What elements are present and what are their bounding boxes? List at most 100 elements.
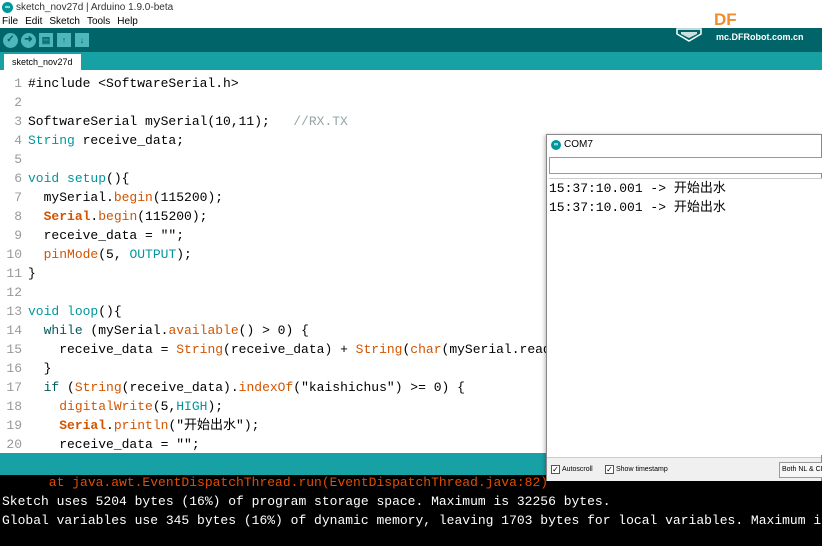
- menu-file[interactable]: File: [2, 16, 18, 27]
- line-number: 2: [14, 95, 22, 110]
- save-button[interactable]: ↓: [75, 33, 89, 47]
- code-token: receive_data;: [74, 133, 185, 148]
- code-token: begin: [98, 209, 138, 224]
- autoscroll-checkbox[interactable]: ✓ Autoscroll: [551, 465, 593, 474]
- line-number: 5: [14, 152, 22, 167]
- code-token: void: [28, 304, 60, 319]
- code-token: #include <SoftwareSerial.h>: [28, 76, 239, 91]
- line-number: 17: [6, 380, 22, 395]
- menu-sketch[interactable]: Sketch: [49, 16, 80, 27]
- code-token: begin: [113, 190, 153, 205]
- arrow-right-icon: ➜: [24, 34, 33, 45]
- code-token: (115200);: [152, 190, 224, 205]
- line-number: 6: [14, 171, 22, 186]
- code-line[interactable]: 3 SoftwareSerial mySerial(10,11); //RX.TX: [0, 112, 822, 131]
- autoscroll-label: Autoscroll: [562, 466, 593, 473]
- code-token: digitalWrite: [59, 399, 153, 414]
- code-token: String: [74, 380, 122, 395]
- code-token: void: [28, 171, 60, 186]
- menu-tools[interactable]: Tools: [87, 16, 110, 27]
- code-token: String: [28, 133, 75, 148]
- checkbox-checked-icon: ✓: [551, 464, 560, 474]
- line-number: 4: [14, 133, 22, 148]
- new-button[interactable]: ▤: [39, 33, 53, 47]
- new-file-icon: ▤: [41, 34, 51, 45]
- dfrobot-shield-icon: [676, 28, 702, 42]
- show-timestamp-checkbox[interactable]: ✓ Show timestamp: [605, 465, 668, 474]
- code-token: OUTPUT: [129, 247, 177, 262]
- window-title: sketch_nov27d | Arduino 1.9.0-beta: [16, 1, 174, 13]
- tab-sketch[interactable]: sketch_nov27d: [4, 54, 81, 70]
- line-number: 14: [6, 323, 22, 338]
- code-text: Serial.begin(115200);: [28, 207, 208, 226]
- line-number: 12: [6, 285, 22, 300]
- upload-button[interactable]: ➜: [21, 32, 36, 48]
- code-text: SoftwareSerial mySerial(10,11); //RX.TX: [28, 112, 348, 131]
- code-text: mySerial.begin(115200);: [28, 188, 223, 207]
- serial-monitor-title-bar: ∞ COM7: [547, 135, 821, 154]
- code-token: println: [113, 418, 169, 433]
- checkmark-icon: ✓: [6, 34, 15, 45]
- serial-footer: ✓ Autoscroll ✓ Show timestamp Both NL & …: [547, 457, 822, 481]
- code-text: String receive_data;: [28, 131, 184, 150]
- dfrobot-watermark: DF mc.DFRobot.com.cn: [676, 10, 822, 46]
- code-token: (){: [106, 171, 130, 186]
- code-token: );: [207, 399, 224, 414]
- serial-monitor-window: ∞ COM7 15:37:10.001 -> 开始出水 15:37:10.001 …: [546, 134, 822, 481]
- checkbox-checked-icon: ✓: [605, 464, 614, 474]
- code-token: }: [28, 361, 52, 376]
- code-token: setup: [67, 171, 107, 186]
- verify-button[interactable]: ✓: [3, 32, 18, 48]
- watermark-url: mc.DFRobot.com.cn: [716, 32, 804, 42]
- code-text: void setup(){: [28, 169, 129, 188]
- serial-output-area[interactable]: 15:37:10.001 -> 开始出水 15:37:10.001 -> 开始出水: [549, 178, 822, 455]
- code-text: pinMode(5, OUTPUT);: [28, 245, 192, 264]
- arrow-down-icon: ↓: [79, 34, 85, 45]
- code-line[interactable]: 2: [0, 93, 822, 112]
- code-token: loop: [67, 304, 99, 319]
- code-text: receive_data = "";: [28, 435, 199, 453]
- line-number: 18: [6, 399, 22, 414]
- arrow-up-icon: ↑: [61, 34, 67, 45]
- menu-edit[interactable]: Edit: [25, 16, 42, 27]
- code-text: Serial.println("开始出水");: [28, 416, 259, 435]
- menu-help[interactable]: Help: [117, 16, 138, 27]
- arduino-logo-icon: ∞: [551, 139, 561, 150]
- code-token: (mySerial.: [82, 323, 169, 338]
- code-token: (5,: [152, 399, 177, 414]
- code-token: if: [43, 380, 60, 395]
- code-token: mySerial.: [28, 190, 114, 205]
- console-output: at java.awt.EventDispatchThread.run(Even…: [0, 475, 822, 546]
- code-token: (){: [98, 304, 122, 319]
- line-number: 13: [6, 304, 22, 319]
- code-token: pinMode: [43, 247, 99, 262]
- show-timestamp-label: Show timestamp: [616, 466, 668, 473]
- serial-monitor-title: COM7: [564, 139, 593, 150]
- code-line[interactable]: 1 #include <SoftwareSerial.h>: [0, 74, 822, 93]
- line-number: 9: [14, 228, 22, 243]
- code-token: (receive_data).: [121, 380, 239, 395]
- watermark-brand: DF: [714, 10, 737, 29]
- line-ending-select[interactable]: Both NL & CR: [779, 462, 822, 478]
- code-token: String: [355, 342, 403, 357]
- code-text: while (mySerial.available() > 0) {: [28, 321, 309, 340]
- code-token: (: [59, 380, 75, 395]
- code-token: while: [43, 323, 83, 338]
- serial-send-input[interactable]: [549, 157, 822, 174]
- code-text: }: [28, 359, 52, 378]
- line-number: 7: [14, 190, 22, 205]
- line-number: 11: [6, 266, 22, 281]
- open-button[interactable]: ↑: [57, 33, 71, 47]
- code-token: () > 0) {: [238, 323, 309, 338]
- code-token: receive_data =: [28, 342, 177, 357]
- arduino-logo-icon: ∞: [2, 1, 13, 13]
- line-number: 16: [6, 361, 22, 376]
- code-token: .: [106, 418, 114, 433]
- code-text: if (String(receive_data).indexOf("kaishi…: [28, 378, 465, 397]
- console-line: Global variables use 345 bytes (16%) of …: [2, 513, 822, 528]
- line-number: 10: [6, 247, 22, 262]
